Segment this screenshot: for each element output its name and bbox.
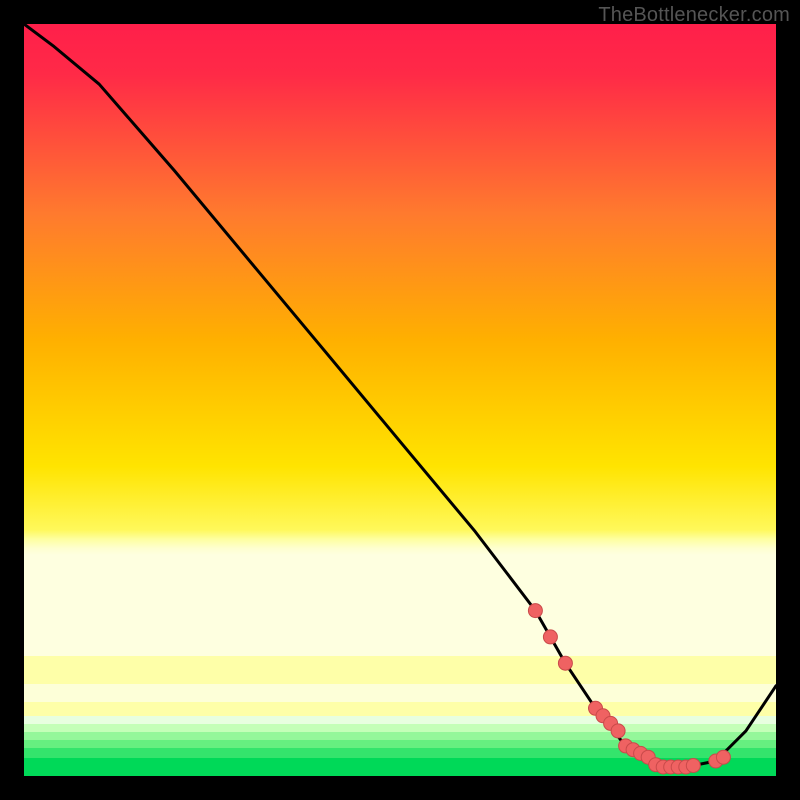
bottleneck-chart: [24, 24, 776, 776]
dot: [686, 759, 700, 773]
green-stripe-1: [24, 716, 776, 724]
green-stripe-2: [24, 724, 776, 732]
dot: [716, 750, 730, 764]
green-stripe-4: [24, 740, 776, 748]
heat-gradient: [24, 24, 776, 656]
dot: [611, 724, 625, 738]
yellow-band-light: [24, 684, 776, 702]
chart-stage: TheBottlenecker.com: [0, 0, 800, 800]
dot: [543, 630, 557, 644]
green-stripe-5: [24, 748, 776, 758]
green-stripe-3: [24, 732, 776, 740]
watermark-text: TheBottlenecker.com: [598, 4, 790, 27]
dot: [528, 604, 542, 618]
dot: [558, 656, 572, 670]
